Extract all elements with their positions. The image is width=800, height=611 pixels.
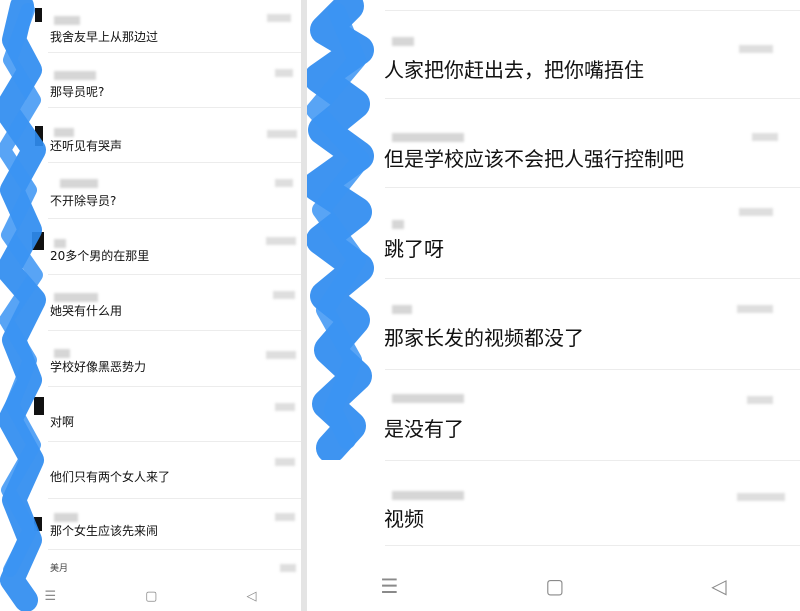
avatar[interactable] (35, 8, 42, 22)
message-time (739, 45, 773, 53)
chat-message[interactable]: 他们只有两个女人来了 (0, 442, 301, 498)
left-chat-panel: 我舍友早上从那边过 那导员呢? 还听见有哭声 不开除导员? 20多个男的在那里 … (0, 0, 301, 611)
message-text: 那家长发的视频都没了 (384, 326, 584, 350)
sender-name (54, 293, 98, 302)
sender-name (392, 305, 412, 314)
system-nav-bar: ☰ ▢ ◁ (307, 561, 800, 611)
message-time (739, 208, 773, 216)
home-icon[interactable]: ▢ (145, 589, 157, 604)
chat-message[interactable]: 不开除导员? (0, 163, 301, 218)
sender-name (392, 220, 404, 229)
sender-name (54, 16, 80, 25)
chat-message[interactable]: 是没有了 (307, 370, 800, 460)
avatar[interactable] (35, 126, 43, 146)
message-text: 人家把你赶出去，把你嘴捂住 (384, 58, 644, 82)
sender-name (54, 71, 96, 80)
message-time (737, 305, 773, 313)
avatar[interactable] (32, 232, 44, 250)
sender-name (392, 37, 414, 46)
message-text: 她哭有什么用 (50, 304, 123, 318)
message-time (275, 513, 295, 521)
message-divider (385, 545, 800, 546)
sender-name (54, 513, 78, 522)
chat-message[interactable]: 视频 (307, 461, 800, 551)
sender-name (54, 239, 66, 248)
message-time (275, 69, 293, 77)
sender-name (54, 128, 74, 137)
sender-name (60, 179, 98, 188)
message-text: 那个女生应该先来闹 (50, 524, 159, 538)
message-time (280, 564, 296, 572)
message-time (275, 403, 295, 411)
message-time (266, 237, 296, 245)
chat-message[interactable]: 那导员呢? (0, 53, 301, 107)
message-text: 视频 (384, 507, 424, 531)
chat-message[interactable]: 我舍友早上从那边过 (0, 0, 301, 52)
message-time (747, 396, 773, 404)
avatar[interactable] (34, 397, 44, 415)
chat-message[interactable]: 跳了呀 (307, 188, 800, 278)
chat-message[interactable]: 学校好像黑恶势力 (0, 331, 301, 386)
chat-message[interactable]: 那家长发的视频都没了 (307, 279, 800, 369)
message-text: 我舍友早上从那边过 (50, 30, 159, 44)
menu-icon[interactable]: ☰ (45, 589, 57, 604)
message-text: 那导员呢? (50, 85, 105, 99)
message-time (752, 133, 778, 141)
message-text: 美月 (50, 564, 69, 574)
chat-message[interactable]: 但是学校应该不会把人强行控制吧 (307, 99, 800, 187)
chat-message[interactable]: 美月 (0, 550, 301, 580)
sender-name (392, 133, 464, 142)
chat-message[interactable]: 人家把你赶出去，把你嘴捂住 (307, 11, 800, 98)
chat-message[interactable]: 对啊 (0, 387, 301, 441)
message-text: 还听见有哭声 (50, 139, 123, 153)
message-time (267, 14, 291, 22)
message-text: 他们只有两个女人来了 (50, 470, 171, 484)
message-text: 学校好像黑恶势力 (50, 360, 147, 374)
right-chat-panel: 人家把你赶出去，把你嘴捂住 但是学校应该不会把人强行控制吧 跳了呀 那家长发的视… (307, 0, 800, 611)
chat-message[interactable]: 那个女生应该先来闹 (0, 499, 301, 549)
back-icon[interactable]: ◁ (246, 589, 256, 604)
message-text: 对啊 (50, 415, 75, 429)
message-time (275, 179, 293, 187)
home-icon[interactable]: ▢ (545, 574, 564, 598)
message-time (266, 351, 296, 359)
chat-message[interactable]: 20多个男的在那里 (0, 219, 301, 274)
back-icon[interactable]: ◁ (711, 574, 726, 598)
message-text: 20多个男的在那里 (50, 249, 150, 263)
sender-name (392, 394, 464, 403)
chat-message[interactable]: 还听见有哭声 (0, 108, 301, 162)
sender-name (54, 349, 70, 358)
message-text: 跳了呀 (384, 237, 444, 261)
system-nav-bar: ☰ ▢ ◁ (0, 581, 301, 611)
message-time (275, 458, 295, 466)
menu-icon[interactable]: ☰ (380, 574, 398, 598)
message-text: 是没有了 (384, 417, 464, 441)
message-time (267, 130, 297, 138)
message-time (273, 291, 295, 299)
message-text: 不开除导员? (50, 194, 117, 208)
chat-message[interactable]: 她哭有什么用 (0, 275, 301, 330)
message-text: 但是学校应该不会把人强行控制吧 (384, 147, 684, 171)
avatar[interactable] (34, 517, 42, 531)
message-time (737, 493, 785, 501)
sender-name (392, 491, 464, 500)
